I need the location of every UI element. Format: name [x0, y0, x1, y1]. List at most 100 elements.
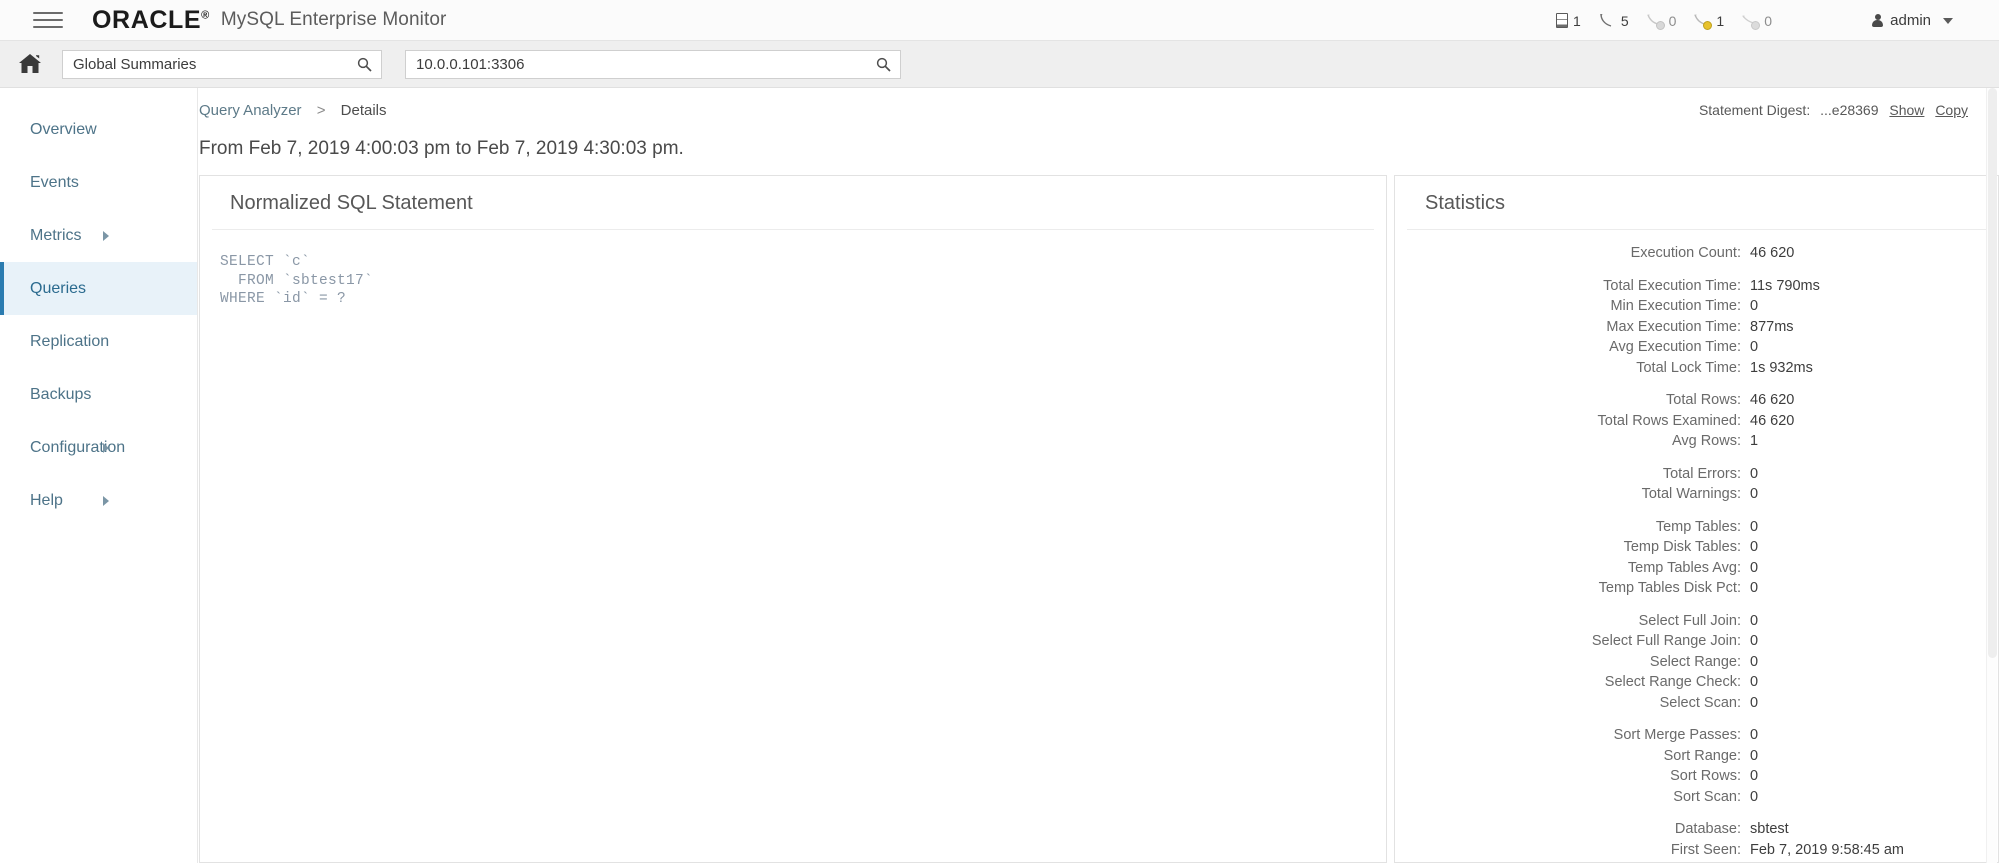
statistic-row: Execution Count: 46 620: [1395, 243, 1998, 264]
status-servers[interactable]: 1: [1556, 13, 1581, 29]
sidebar-item-label: Help: [30, 491, 63, 509]
warning-badge: [1703, 20, 1713, 30]
breadcrumb-query-analyzer[interactable]: Query Analyzer: [199, 102, 302, 119]
statistic-label: Select Range:: [1649, 653, 1741, 670]
status-warning-events[interactable]: 1: [1693, 12, 1725, 30]
statistic-row: Min Execution Time: 0: [1395, 296, 1998, 317]
scrollbar-thumb[interactable]: [1988, 88, 1997, 658]
statistic-value: 11s 790ms: [1750, 277, 1820, 294]
sql-statement-text: SELECT `c` FROM `sbtest17` WHERE `id` = …: [220, 254, 374, 307]
statistic-label: Temp Disk Tables:: [1623, 539, 1741, 555]
statistic-label: Total Rows:: [1666, 392, 1741, 408]
statistic-row: Select Full Range Join: 0: [1395, 631, 1998, 652]
statistic-row: Sort Rows: 0: [1395, 766, 1998, 787]
statistic-row: Temp Disk Tables: 0: [1395, 537, 1998, 558]
statistic-label: Sort Range:: [1663, 747, 1741, 764]
top-bar: ORACLE® MySQL Enterprise Monitor 1 5 0 1…: [0, 0, 1999, 41]
global-summaries-search[interactable]: [62, 49, 382, 79]
statistic-label: Sort Scan:: [1673, 788, 1741, 805]
sidebar-item-configuration[interactable]: Configuration: [0, 421, 197, 474]
statistics-group-gap: [1395, 264, 1998, 276]
statistic-label: Select Full Join:: [1638, 612, 1741, 629]
statistic-value: 46 620: [1750, 412, 1795, 429]
target-input[interactable]: [406, 50, 900, 78]
statistic-row: Database: sbtest: [1395, 819, 1998, 840]
digest-copy-link[interactable]: Copy: [1935, 102, 1968, 118]
sidebar-item-events[interactable]: Events: [0, 156, 197, 209]
statistic-label: Min Execution Time:: [1610, 298, 1741, 314]
statistic-value: 0: [1750, 339, 1759, 355]
oracle-logo[interactable]: ORACLE®: [92, 6, 210, 35]
hamburger-line: [33, 19, 63, 21]
statistics-group-gap: [1395, 599, 1998, 611]
statistic-value: 0: [1750, 580, 1759, 596]
statistic-label: Select Range Check:: [1604, 674, 1741, 690]
statistic-label: Total Lock Time:: [1636, 359, 1741, 376]
critical-badge: [1655, 20, 1665, 30]
registered-mark: ®: [201, 9, 210, 22]
status-advisors[interactable]: 5: [1598, 13, 1629, 29]
statistics-group-gap: [1395, 505, 1998, 517]
statistic-row: Temp Tables: 0: [1395, 517, 1998, 538]
user-icon: [1872, 13, 1884, 28]
search-bar: [0, 41, 1999, 88]
hamburger-menu-icon[interactable]: [33, 9, 63, 31]
target-search[interactable]: [405, 49, 901, 79]
statistic-row: Total Rows Examined: 46 620: [1395, 411, 1998, 432]
status-critical-events[interactable]: 0: [1646, 13, 1676, 30]
sidebar-item-overview[interactable]: Overview: [0, 103, 197, 156]
breadcrumb-row: Query Analyzer > Details Statement Diges…: [199, 88, 1999, 130]
digest-show-link[interactable]: Show: [1889, 102, 1924, 118]
statistic-value: sbtest: [1750, 821, 1789, 837]
user-menu[interactable]: admin: [1872, 0, 1953, 41]
statistic-row: Total Warnings: 0: [1395, 484, 1998, 505]
statistic-value: 1: [1750, 433, 1759, 449]
home-icon[interactable]: [16, 51, 44, 77]
statistic-row: Temp Tables Disk Pct: 0: [1395, 578, 1998, 599]
statistic-label: Total Errors:: [1662, 465, 1741, 482]
statistic-row: Avg Rows: 1: [1395, 431, 1998, 452]
search-icon[interactable]: [357, 57, 372, 72]
statistic-label: Sort Merge Passes:: [1613, 727, 1741, 743]
panel-title-statistics: Statistics: [1407, 176, 1986, 230]
statistic-row: Total Execution Time: 11s 790ms: [1395, 276, 1998, 297]
advisor-flag-icon: [1598, 13, 1616, 29]
status-info-events[interactable]: 0: [1741, 12, 1772, 30]
hamburger-line: [33, 26, 63, 28]
sidebar-item-metrics[interactable]: Metrics: [0, 209, 197, 262]
sidebar-item-label: Configuration: [30, 438, 126, 456]
statistic-label: Avg Rows:: [1671, 433, 1741, 449]
sidebar-item-help[interactable]: Help: [0, 474, 197, 527]
statistic-label: First Seen:: [1670, 841, 1741, 858]
warning-event-icon: [1693, 13, 1713, 30]
statistics-group-gap: [1395, 378, 1998, 390]
digest-value: ...e28369: [1820, 102, 1879, 118]
normalized-sql-panel: Normalized SQL Statement SELECT `c` FROM…: [199, 175, 1387, 863]
server-icon: [1556, 13, 1569, 28]
statistic-label: Temp Tables:: [1655, 518, 1741, 535]
statistic-row: Sort Range: 0: [1395, 746, 1998, 767]
status-count: 1: [1716, 12, 1725, 29]
sidebar-item-queries[interactable]: Queries: [0, 262, 197, 315]
statistic-value: 46 620: [1750, 392, 1795, 408]
statistic-value: Feb 7, 2019 9:58:45 am: [1750, 841, 1904, 858]
status-count: 0: [1764, 12, 1772, 29]
date-range-label: From Feb 7, 2019 4:00:03 pm to Feb 7, 20…: [199, 138, 684, 159]
statistic-label: Max Execution Time:: [1606, 318, 1741, 335]
statistic-row: Temp Tables Avg: 0: [1395, 558, 1998, 579]
sidebar-item-replication[interactable]: Replication: [0, 315, 197, 368]
search-icon[interactable]: [876, 57, 891, 72]
statistic-value: 0: [1750, 653, 1759, 670]
chevron-down-icon: [1943, 17, 1953, 24]
statement-digest: Statement Digest: ...e28369 Show Copy: [1699, 102, 1968, 118]
statistic-label: Temp Tables Disk Pct:: [1598, 580, 1741, 596]
statistics-group-gap: [1395, 452, 1998, 464]
sidebar-item-backups[interactable]: Backups: [0, 368, 197, 421]
search-input[interactable]: [63, 50, 381, 78]
vertical-scrollbar[interactable]: [1986, 88, 1997, 863]
hamburger-line: [33, 12, 63, 14]
statistic-value: 0: [1750, 298, 1759, 314]
statistic-row: Select Full Join: 0: [1395, 611, 1998, 632]
statistic-label: Total Rows Examined:: [1597, 412, 1741, 429]
chevron-right-icon: [103, 230, 109, 241]
